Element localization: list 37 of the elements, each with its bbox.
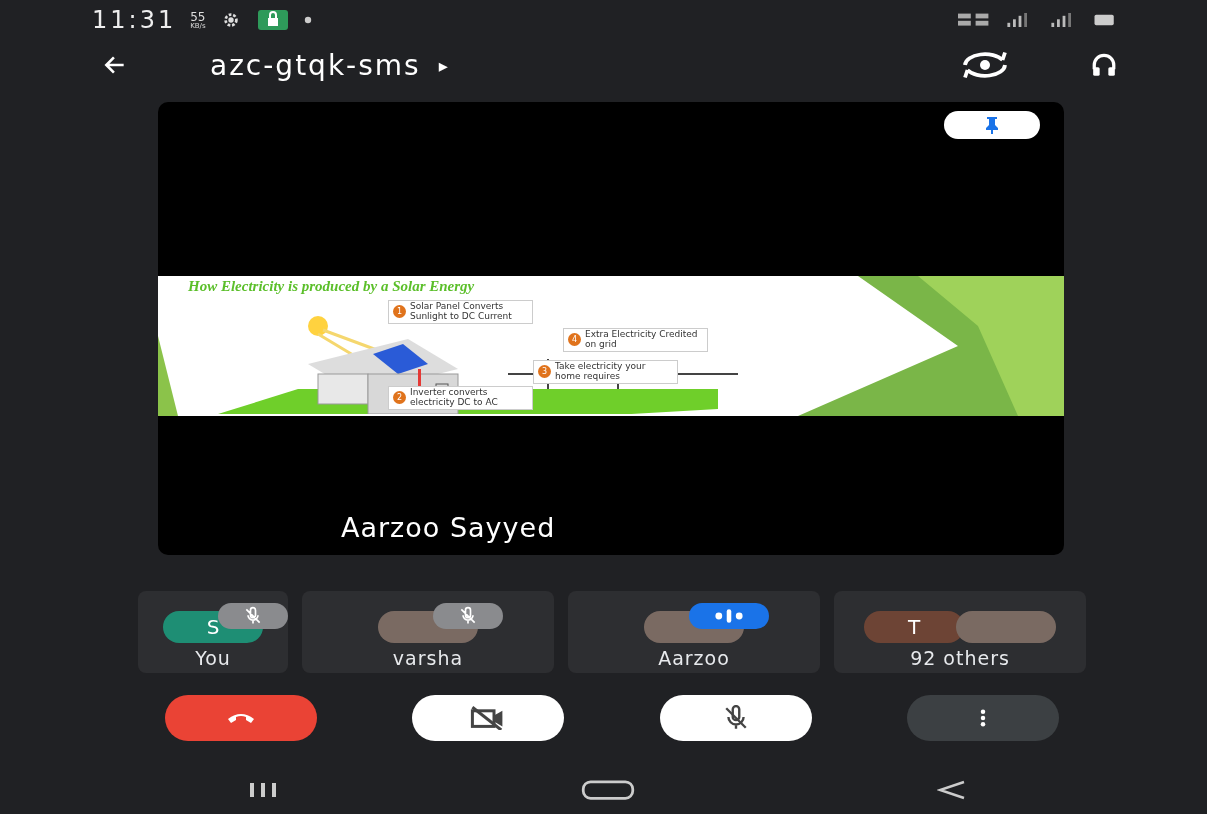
callout-text: Solar Panel Converts Sunlight to DC Current: [410, 302, 513, 322]
network-speed: 55: [190, 10, 206, 23]
participant-name: varsha: [392, 647, 464, 669]
recent-apps-button[interactable]: [248, 781, 278, 798]
camera-toggle-button[interactable]: [412, 695, 565, 741]
participant-name: You: [195, 647, 231, 669]
microphone-toggle-button[interactable]: [659, 695, 812, 741]
participant-tile[interactable]: T 92 others: [834, 591, 1086, 673]
participant-name: Aarzoo: [658, 647, 730, 669]
slide-title: How Electricity is produced by a Solar Energy: [188, 278, 475, 295]
callout-number: 4: [568, 333, 581, 347]
back-chevron-icon: [937, 779, 967, 800]
callout-text: Inverter converts electricity DC to AC: [410, 388, 499, 408]
home-icon: [579, 778, 636, 801]
dot-icon: [303, 16, 312, 24]
callout-text: Take electricity your home requires: [555, 362, 647, 382]
callout-number: 2: [393, 391, 406, 405]
status-time: 11:31: [92, 6, 177, 34]
callout-text: Extra Electricity Credited on grid: [585, 330, 699, 350]
participant-tile[interactable]: varsha: [302, 591, 554, 673]
pin-button[interactable]: [944, 111, 1040, 139]
lock-icon: [255, 10, 290, 30]
volte-icon: [957, 12, 991, 28]
more-vertical-icon: [980, 709, 986, 727]
end-call-button[interactable]: [165, 695, 317, 741]
presenter-name: Aarzoo Sayyed: [341, 512, 556, 543]
audio-level-icon: [712, 608, 746, 624]
callout-number: 1: [393, 305, 406, 319]
meeting-code[interactable]: azc-gtqk-sms ▸: [210, 48, 450, 82]
participant-tile[interactable]: Aarzoo: [568, 591, 820, 673]
callout-number: 3: [538, 365, 551, 379]
participant-name: 92 others: [910, 647, 1010, 669]
battery-icon: [1093, 13, 1117, 27]
back-button[interactable]: [937, 779, 967, 800]
participant-tile[interactable]: S You: [138, 591, 288, 673]
home-button[interactable]: [579, 778, 636, 801]
recent-apps-icon: [248, 781, 278, 798]
